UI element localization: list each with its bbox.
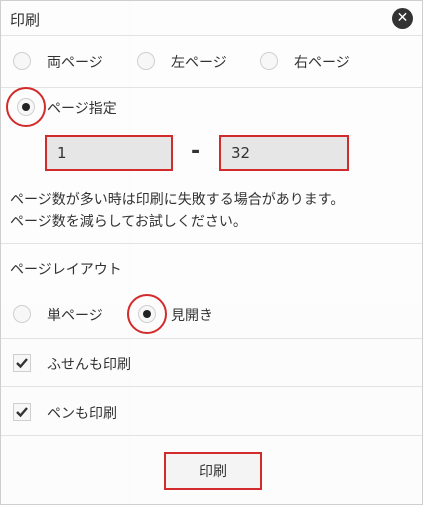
divider <box>1 87 422 88</box>
page-options-row: 両ページ 左ページ 右ページ <box>1 35 422 87</box>
divider <box>1 243 422 244</box>
radio-page-specify-label: ページ指定 <box>47 101 117 117</box>
radio-left-page-label: 左ページ <box>171 55 227 71</box>
radio-both-pages-label: 両ページ <box>47 55 103 71</box>
print-dialog: 印刷 ✕ 両ページ 左ページ 右ページ ページ指定 - ページ数が多い時は印刷に… <box>0 0 423 505</box>
radio-left-page[interactable] <box>137 52 155 70</box>
divider <box>1 386 422 387</box>
divider <box>1 435 422 436</box>
radio-page-specify[interactable] <box>17 98 35 116</box>
page-from-field[interactable] <box>45 135 173 171</box>
sticky-notes-label: ふせんも印刷 <box>47 357 131 373</box>
radio-spread[interactable] <box>138 305 156 323</box>
radio-single-page[interactable] <box>13 305 31 323</box>
radio-right-page-label: 右ページ <box>294 55 350 71</box>
layout-heading: ページレイアウト <box>10 262 122 278</box>
warning-line-1: ページ数が多い時は印刷に失敗する場合があります。 <box>10 192 345 208</box>
checkmark-icon <box>16 358 28 369</box>
page-from-input[interactable] <box>47 137 171 169</box>
sticky-notes-checkbox[interactable] <box>13 354 31 372</box>
close-icon[interactable]: ✕ <box>392 8 413 29</box>
dialog-title: 印刷 <box>10 11 41 29</box>
page-to-input[interactable] <box>221 137 347 169</box>
radio-right-page[interactable] <box>260 52 278 70</box>
pen-checkbox[interactable] <box>13 403 31 421</box>
warning-note: ページ数が多い時は印刷に失敗する場合があります。 ページ数を減らしてお試しくださ… <box>10 189 344 233</box>
radio-both-pages[interactable] <box>13 52 31 70</box>
warning-line-2: ページ数を減らしてお試しください。 <box>10 214 247 230</box>
checkmark-icon <box>16 407 28 418</box>
radio-spread-label: 見開き <box>171 308 213 324</box>
pen-label: ペンも印刷 <box>47 406 117 422</box>
print-button[interactable]: 印刷 <box>164 452 262 490</box>
page-to-field[interactable] <box>219 135 349 171</box>
dialog-titlebar: 印刷 ✕ <box>1 1 422 36</box>
range-separator: - <box>191 139 201 164</box>
radio-single-page-label: 単ページ <box>47 308 103 324</box>
divider <box>1 338 422 339</box>
